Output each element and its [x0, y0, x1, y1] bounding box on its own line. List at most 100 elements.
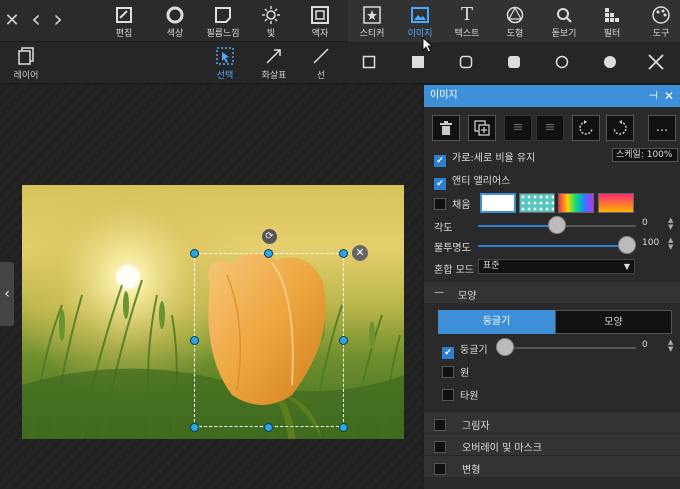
tool-color[interactable]: 색상: [151, 0, 199, 42]
rotate-left-button[interactable]: [572, 115, 600, 141]
fill-swatch-gradient[interactable]: [598, 193, 634, 213]
circle-option[interactable]: 원: [442, 364, 469, 379]
square-filled-icon[interactable]: [411, 55, 425, 72]
select-tool-button[interactable]: 선택: [210, 42, 240, 84]
layers-icon: [8, 42, 44, 68]
tool-light[interactable]: 빛: [247, 0, 295, 42]
collapse-left-icon[interactable]: ‹: [0, 262, 14, 326]
fill-checkbox[interactable]: [434, 198, 446, 210]
blend-mode-select[interactable]: 표준 ▼: [478, 259, 635, 274]
tool-sticker[interactable]: 스티커: [348, 0, 396, 42]
tool-filter[interactable]: 필터: [588, 0, 636, 42]
shape-tabs: 둥글기 모양: [438, 310, 672, 334]
tab-shape[interactable]: 모양: [555, 310, 672, 334]
circle-outline-icon[interactable]: [555, 55, 569, 72]
overlay-label: 오버레이 및 마스크: [462, 443, 542, 454]
keep-ratio-checkbox[interactable]: ✔: [434, 155, 446, 167]
angle-spinner[interactable]: ▲ ▼: [668, 217, 673, 231]
back-icon[interactable]: ‹: [26, 5, 46, 33]
overlay-checkbox[interactable]: [434, 441, 446, 453]
collapse-icon[interactable]: —: [434, 287, 444, 298]
rounding-value[interactable]: 0: [642, 340, 648, 350]
overlay-mask-section[interactable]: 오버레이 및 마스크: [424, 433, 680, 455]
tool-frame[interactable]: 액자: [296, 0, 344, 42]
selection-icon: [210, 42, 240, 68]
resize-handle-s[interactable]: [264, 423, 273, 432]
rounding-option[interactable]: ✔ 둥글기: [442, 341, 488, 359]
rounded-square-filled-icon[interactable]: [507, 55, 521, 72]
opacity-value[interactable]: 100: [642, 238, 659, 248]
more-button[interactable]: ...: [648, 115, 676, 141]
close-panel-icon[interactable]: ✕: [664, 85, 674, 107]
image-icon: [396, 0, 444, 24]
rounding-spinner[interactable]: ▲ ▼: [668, 339, 673, 353]
tool-edit[interactable]: 편집: [100, 0, 148, 42]
rounded-square-outline-icon[interactable]: [459, 55, 473, 72]
resize-handle-w[interactable]: [190, 336, 199, 345]
shadow-section[interactable]: 그림자: [424, 411, 680, 433]
square-outline-icon[interactable]: [362, 55, 376, 72]
image-selection-box[interactable]: [194, 253, 344, 427]
tool-film[interactable]: 필름느낌: [199, 0, 247, 42]
send-backward-button[interactable]: ≡: [536, 115, 564, 141]
keep-ratio-option[interactable]: ✔ 가로:세로 비율 유지: [434, 149, 535, 167]
rotate-right-icon: [613, 120, 627, 135]
transform-section[interactable]: 변형: [424, 455, 680, 477]
shape-section-title: 모양: [458, 291, 477, 302]
rounding-slider-knob[interactable]: [496, 338, 514, 356]
fill-swatch-pattern[interactable]: [519, 193, 555, 213]
resize-handle-n[interactable]: [264, 249, 273, 258]
chevron-down-icon: ▼: [623, 262, 630, 271]
angle-value[interactable]: 0: [642, 218, 648, 228]
image-properties-panel: 이미지 ⊣⁠⁠ ✕ ≡ ≡ ... ✔ 가로:세로 비율 유지 스케일: 100%…: [424, 85, 680, 489]
fill-swatch-white[interactable]: [480, 193, 516, 213]
layer-button[interactable]: 레이어: [8, 42, 44, 84]
bring-forward-button[interactable]: ≡: [504, 115, 532, 141]
arrow-tool-button[interactable]: 화살표: [256, 42, 292, 84]
panel-header: 이미지 ⊣⁠⁠ ✕: [424, 85, 680, 107]
rotate-icon[interactable]: ⟳: [262, 229, 277, 244]
text-icon: T: [460, 4, 473, 25]
forward-icon[interactable]: ›: [48, 5, 68, 33]
angle-label: 각도: [434, 223, 453, 234]
fill-swatch-rainbow[interactable]: [558, 193, 594, 213]
resize-handle-sw[interactable]: [190, 423, 199, 432]
rounding-checkbox[interactable]: ✔: [442, 347, 454, 359]
anti-alias-option[interactable]: ✔ 앤티 앨리어스: [434, 172, 510, 190]
duplicate-button[interactable]: [468, 115, 496, 141]
angle-slider-fill: [478, 225, 556, 227]
resize-handle-e[interactable]: [339, 336, 348, 345]
close-icon[interactable]: [647, 53, 665, 74]
tab-rounded[interactable]: 둥글기: [438, 310, 555, 334]
shape-section-header[interactable]: — 모양: [424, 281, 680, 303]
ellipse-checkbox[interactable]: [442, 389, 454, 401]
ellipse-option[interactable]: 타원: [442, 387, 478, 402]
tool-tools[interactable]: 도구: [642, 0, 680, 42]
pin-icon[interactable]: ⊣⁠⁠: [648, 85, 658, 107]
resize-handle-ne[interactable]: [339, 249, 348, 258]
tool-shape[interactable]: 도형: [491, 0, 539, 42]
tool-text[interactable]: T 텍스트: [443, 0, 491, 42]
tool-image[interactable]: 이미지: [396, 0, 444, 42]
panel-title: 이미지: [430, 90, 458, 101]
delete-button[interactable]: [432, 115, 460, 141]
sticker-icon: [348, 0, 396, 24]
transform-checkbox[interactable]: [434, 463, 446, 475]
tool-magnifier[interactable]: 돋보기: [540, 0, 588, 42]
anti-alias-checkbox[interactable]: ✔: [434, 178, 446, 190]
fill-option[interactable]: 채움: [434, 196, 470, 211]
sun-icon: [247, 0, 295, 24]
circle-checkbox[interactable]: [442, 366, 454, 378]
delete-object-icon[interactable]: ✕: [352, 245, 368, 261]
line-tool-button[interactable]: 선: [310, 42, 332, 84]
transform-label: 변형: [462, 465, 481, 476]
shadow-checkbox[interactable]: [434, 419, 446, 431]
opacity-slider-knob[interactable]: [618, 236, 636, 254]
close-icon[interactable]: ✕: [2, 10, 22, 31]
resize-handle-nw[interactable]: [190, 249, 199, 258]
angle-slider-knob[interactable]: [548, 216, 566, 234]
circle-filled-icon[interactable]: [603, 55, 617, 72]
opacity-spinner[interactable]: ▲ ▼: [668, 237, 673, 251]
resize-handle-se[interactable]: [339, 423, 348, 432]
rotate-right-button[interactable]: [606, 115, 634, 141]
